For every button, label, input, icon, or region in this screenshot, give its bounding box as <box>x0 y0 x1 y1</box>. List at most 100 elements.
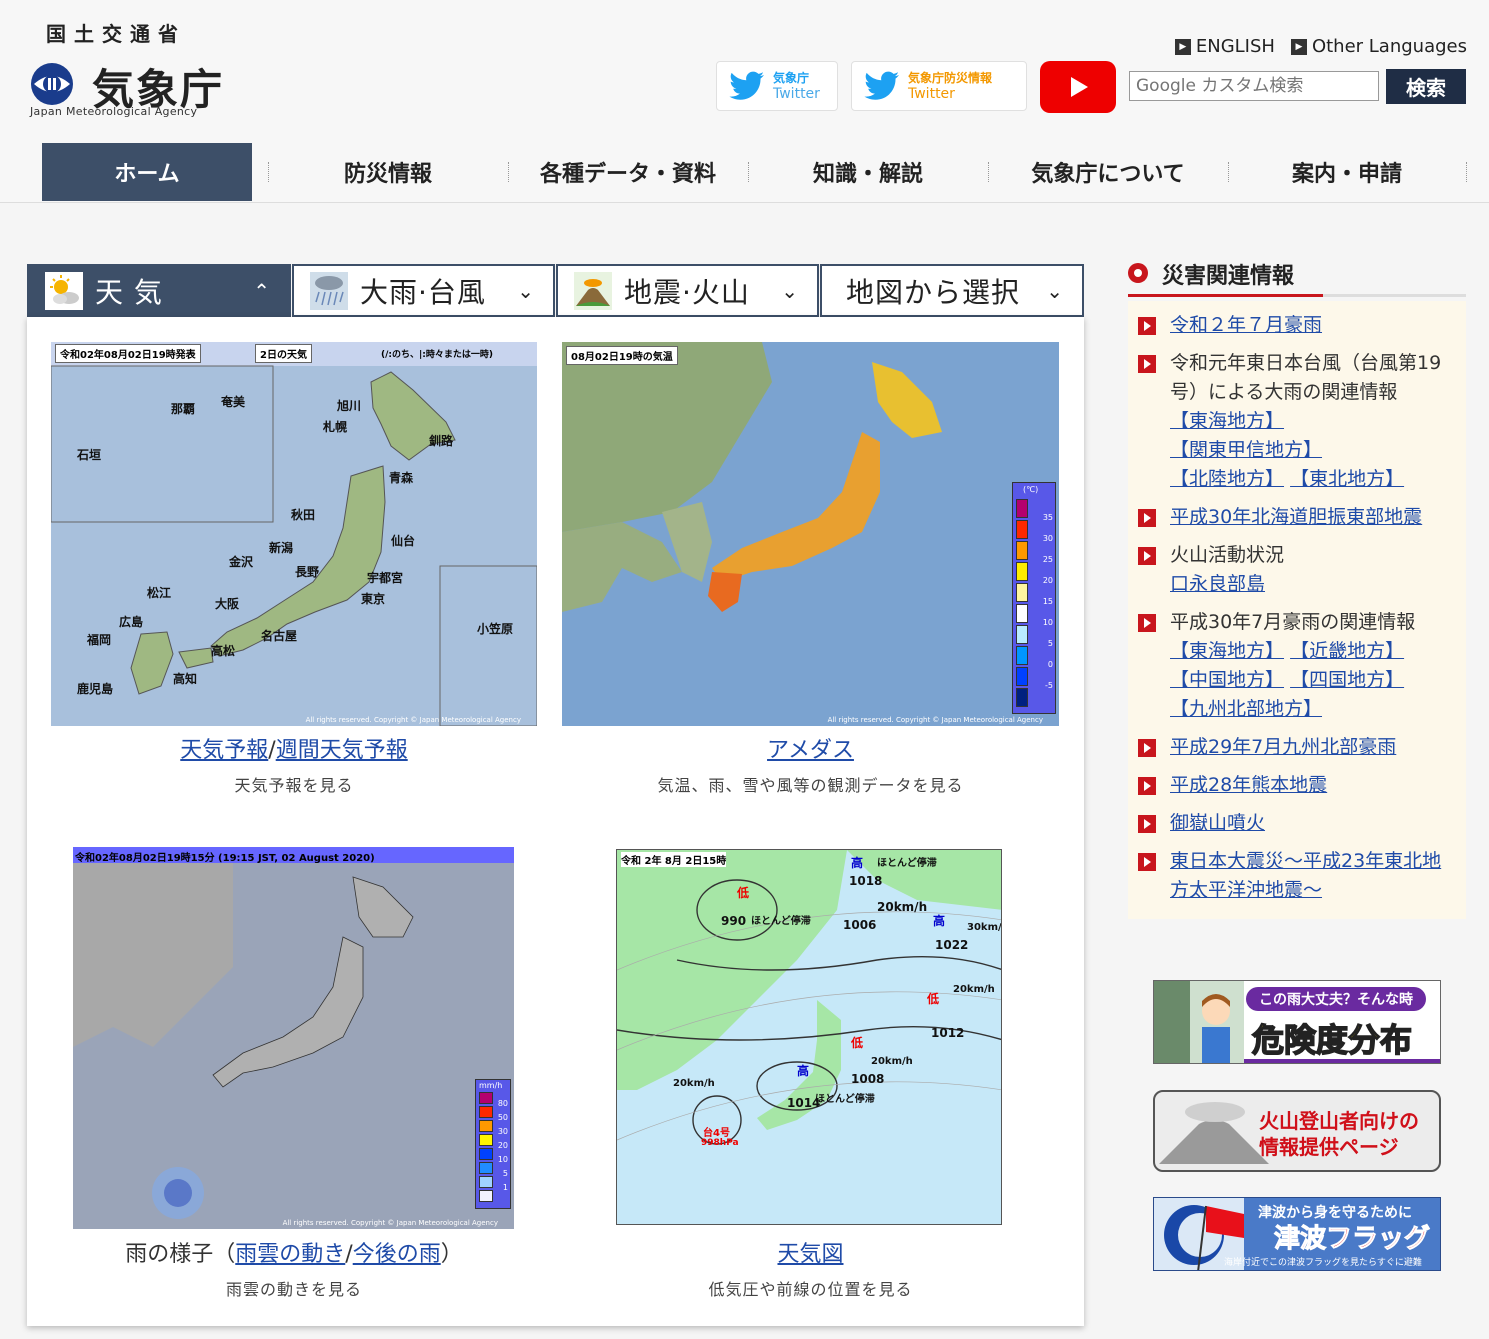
english-link[interactable]: ▶ ENGLISH <box>1174 36 1275 57</box>
sidebar-link[interactable]: 東日本大震災～平成23年東北地方太平洋沖地震～ <box>1170 850 1441 901</box>
arrow-bullet-icon <box>1138 739 1156 757</box>
forecast-day-stamp: 2日の天気 <box>255 344 312 363</box>
tab-select-from-map[interactable]: 地図から選択 ⌄ <box>820 264 1084 317</box>
weather-forecast-link[interactable]: 天気予報 <box>180 738 268 763</box>
youtube-button[interactable] <box>1040 61 1116 113</box>
city-label: 松江 <box>147 586 172 600</box>
speed-label: 20km/h <box>673 1078 715 1089</box>
other-languages-link[interactable]: ▶ Other Languages <box>1290 36 1467 57</box>
rain-cloud-movement-link[interactable]: 雨雲の動き <box>235 1242 345 1267</box>
arrow-bullet-icon <box>1138 355 1156 373</box>
weather-chart-map[interactable]: 令和 2年 8月 2日15時 低 990 ほとんど停滞 高 1018 ほとんど停… <box>616 849 1002 1225</box>
sidebar-link[interactable]: 御嶽山噴火 <box>1170 812 1265 834</box>
sidebar-link[interactable]: 令和２年７月豪雨 <box>1170 314 1322 336</box>
speed-label: 20km/h <box>877 900 928 914</box>
sidebar-link[interactable]: 平成30年北海道胆振東部地震 <box>1170 506 1422 528</box>
legend-swatch <box>479 1120 493 1132</box>
amedas-link[interactable]: アメダス <box>767 738 854 763</box>
forecast-japan-map <box>51 342 537 726</box>
city-label: 那覇 <box>171 402 196 416</box>
tab-weather-label: 天 気 <box>95 275 163 309</box>
sidebar-text: 火山活動状況 <box>1170 544 1285 566</box>
other-languages-label: Other Languages <box>1311 36 1467 57</box>
legend-swatch <box>479 1134 493 1146</box>
legend-swatch <box>1016 583 1028 602</box>
sidebar-link[interactable]: 【近畿地方】 <box>1290 640 1404 662</box>
volcano-climber-banner[interactable]: 火山登山者向けの 情報提供ページ <box>1153 1090 1441 1172</box>
sidebar-link[interactable]: 【九州北部地方】 <box>1170 698 1322 720</box>
rain-description: 雨雲の動きを見る <box>225 1280 362 1299</box>
tab-weather[interactable]: 天 気 ⌃ <box>27 264 291 317</box>
sidebar-link[interactable]: 平成29年7月九州北部豪雨 <box>1170 736 1396 758</box>
city-label: 名古屋 <box>261 629 298 643</box>
city-label: 仙台 <box>391 534 416 548</box>
rainfall-legend: mm/h 80 50 30 20 10 5 1 <box>475 1079 511 1209</box>
legend-swatch <box>479 1162 493 1174</box>
pressure-label: 990 <box>721 914 747 928</box>
future-rain-link[interactable]: 今後の雨 <box>353 1242 441 1267</box>
city-label: 旭川 <box>337 399 362 413</box>
nav-knowledge[interactable]: 知識・解説 <box>750 143 986 201</box>
legend-swatch <box>479 1190 493 1202</box>
legend-value: 30 <box>1042 534 1053 543</box>
amedas-map[interactable]: 08月02日19時の気温 (℃) 35 30 25 20 15 10 5 0 -5 All ri… <box>562 342 1059 726</box>
nav-data-materials[interactable]: 各種データ・資料 <box>510 143 746 201</box>
nav-disaster-info[interactable]: 防災情報 <box>270 143 506 201</box>
tab-heavy-rain-label: 大雨·台風 <box>360 275 486 309</box>
weekly-forecast-link[interactable]: 週間天気予報 <box>276 738 408 763</box>
rain-cloud-map[interactable]: 令和02年08月02日19時15分 (19:15 JST, 02 August … <box>73 847 514 1229</box>
jma-disaster-twitter-button[interactable]: 気象庁防災情報 Twitter <box>851 61 1027 111</box>
banner-illustration <box>1154 981 1244 1063</box>
movement-label: ほとんど停滞 <box>877 858 937 869</box>
jma-logo-icon[interactable] <box>30 62 74 106</box>
weather-chart-link[interactable]: 天気図 <box>777 1242 843 1267</box>
nav-guide-application[interactable]: 案内・申請 <box>1230 143 1464 201</box>
sidebar-link[interactable]: 【東海地方】 <box>1170 410 1284 432</box>
city-label: 札幌 <box>323 420 348 434</box>
search-input[interactable] <box>1129 71 1379 101</box>
sidebar-link[interactable]: 平成28年熊本地震 <box>1170 774 1327 796</box>
nav-about-jma[interactable]: 気象庁について <box>990 143 1226 201</box>
city-label: 秋田 <box>291 508 316 522</box>
city-label: 鹿児島 <box>77 682 114 696</box>
sidebar-link[interactable]: 【東海地方】 <box>1170 640 1284 662</box>
sidebar-link[interactable]: 【東北地方】 <box>1290 468 1404 490</box>
legend-swatch <box>1016 541 1028 560</box>
tab-earthquake-volcano[interactable]: 地震·火山 ⌄ <box>556 264 819 317</box>
volcano-mountain-icon <box>1159 1102 1269 1164</box>
city-label: 高松 <box>211 644 236 658</box>
legend-swatch <box>479 1106 493 1118</box>
legend-swatch <box>1016 499 1028 518</box>
sidebar-link[interactable]: 【関東甲信地方】 <box>1170 439 1322 461</box>
search-button[interactable]: 検索 <box>1386 69 1466 104</box>
weather-forecast-map[interactable]: 令和02年08月02日19時発表 2日の天気 (/:のち、|:時々または一時) … <box>51 342 537 726</box>
sidebar-link[interactable]: 【北陸地方】 <box>1170 468 1284 490</box>
pressure-label: 1012 <box>931 1026 965 1040</box>
legend-value: 50 <box>497 1113 508 1122</box>
rain-caption: 雨の様子（雨雲の動き/今後の雨） <box>125 1242 463 1267</box>
rain-radar-map <box>73 847 514 1219</box>
sidebar-link[interactable]: 【四国地方】 <box>1290 669 1404 691</box>
high-pressure-label: 高 <box>851 856 864 870</box>
kikendo-banner[interactable]: この雨大丈夫？そんな時 危険度分布 <box>1153 980 1441 1064</box>
sidebar-link[interactable]: 【中国地方】 <box>1170 669 1284 691</box>
city-label: 東京 <box>361 592 386 606</box>
tab-heavy-rain-typhoon[interactable]: 大雨·台風 ⌄ <box>292 264 555 317</box>
legend-value: 80 <box>497 1099 508 1108</box>
chevron-down-icon: ⌄ <box>1046 278 1064 303</box>
tsunami-flag-banner[interactable]: 津波から身を守るために 津波フラッグ 海岸付近でこの津波フラッグを見たらすぐに避… <box>1153 1197 1441 1271</box>
nav-home[interactable]: ホーム <box>42 143 252 201</box>
typhoon-label: 台4号 <box>703 1128 730 1139</box>
city-label: 高知 <box>173 672 198 686</box>
legend-value: 10 <box>497 1155 508 1164</box>
movement-label: ほとんど停滞 <box>815 1094 875 1105</box>
jma-twitter-button[interactable]: 気象庁 Twitter <box>716 61 838 111</box>
sidebar-link[interactable]: 口永良部島 <box>1170 573 1265 595</box>
chart-time-stamp: 令和 2年 8月 2日15時 <box>621 852 727 867</box>
legend-swatch <box>479 1148 493 1160</box>
low-pressure-label: 低 <box>851 1036 864 1050</box>
legend-swatch <box>1016 688 1028 707</box>
legend-value: -5 <box>1045 681 1053 690</box>
legend-value: 10 <box>1042 618 1053 627</box>
city-label: 金沢 <box>229 555 254 569</box>
